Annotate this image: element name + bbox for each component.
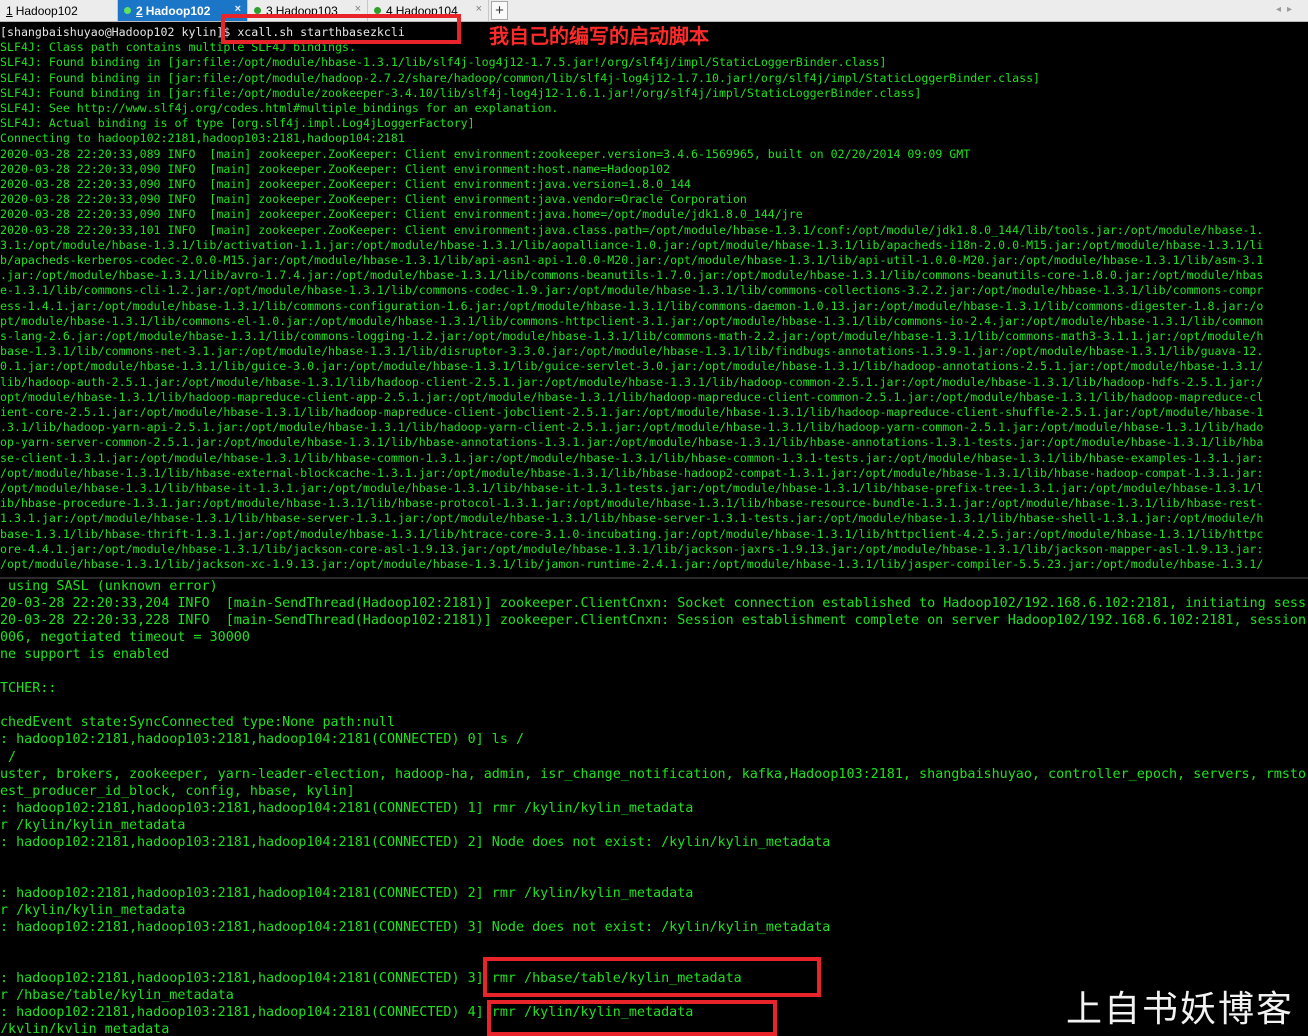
terminal-line: lib/hadoop-auth-2.5.1.jar:/opt/module/hb…: [0, 374, 1264, 389]
terminal-line: 2020-03-28 22:20:33,101 INFO [main] zook…: [0, 222, 1264, 237]
terminal-line: base-1.3.1/lib/hbase-thrift-1.3.1.jar:/o…: [0, 526, 1264, 541]
terminal-line: TCHER::: [0, 681, 57, 697]
terminal-line: /opt/module/hbase-1.3.1/lib/jackson-xc-1…: [0, 557, 1264, 571]
terminal-line: r /hbase/table/kylin_metadata: [0, 988, 234, 1004]
terminal-line: 2020-03-28 22:20:33,090 INFO [main] zook…: [0, 192, 747, 207]
terminal-line: 3.1:/opt/module/hbase-1.3.1/lib/activati…: [0, 237, 1264, 252]
add-tab-button[interactable]: +: [491, 1, 508, 20]
close-tab-icon[interactable]: ×: [476, 3, 482, 15]
terminal-line: using SASL (unknown error): [0, 579, 218, 594]
terminal-line: est_producer_id_block, config, hbase, ky…: [0, 783, 355, 799]
terminal-line: 2020-03-28 22:20:33,090 INFO [main] zook…: [0, 177, 692, 191]
tab-number: 1: [6, 3, 13, 18]
tab-scroll-arrows-icon[interactable]: ◂▸: [1276, 4, 1298, 15]
connected-status-icon: [374, 7, 381, 14]
annotation-text: 我自己的编写的启动脚本: [489, 24, 709, 48]
terminal-line: SLF4J: Found binding in [jar:file:/opt/m…: [0, 70, 1041, 85]
watermark: 上自书妖博客: [1066, 989, 1295, 1030]
terminal-line: op-yarn-server-common-2.5.1.jar:/opt/mod…: [0, 435, 1264, 450]
terminal-line: : hadoop102:2181,hadoop103:2181,hadoop10…: [0, 885, 694, 901]
terminal-line: /opt/module/hbase-1.3.1/lib/hbase-extern…: [0, 465, 1264, 480]
terminal-line: Connecting to hadoop102:2181,hadoop103:2…: [0, 131, 405, 146]
terminal-line: base-1.3.1/lib/commons-net-3.1.jar:/opt/…: [0, 344, 1264, 359]
terminal-line: .3.1/lib/hadoop-yarn-api-2.5.1.jar:/opt/…: [0, 420, 1264, 435]
terminal-line: : hadoop102:2181,hadoop103:2181,hadoop10…: [0, 800, 694, 816]
terminal-line: e-1.3.1/lib/commons-cli-1.2.jar:/opt/mod…: [0, 283, 1264, 298]
terminal-line: : hadoop102:2181,hadoop103:2181,hadoop10…: [0, 732, 525, 748]
terminal-line: b/apacheds-kerberos-codec-2.0.0-M15.jar:…: [0, 253, 1264, 267]
terminal-line: ore-4.4.1.jar:/opt/module/hbase-1.3.1/li…: [0, 541, 1264, 556]
terminal-line: 0.1.jar:/opt/module/hbase-1.3.1/lib/guic…: [0, 359, 1264, 374]
terminal-line: opt/module/hbase-1.3.1/lib/hadoop-mapred…: [0, 389, 1264, 404]
terminal-line: 20-03-28 22:20:33,228 INFO [main-SendThr…: [0, 613, 1307, 629]
terminal-line: r /kylin/kylin_metadata: [0, 902, 186, 918]
terminal-line: r /kylin/kylin_metadata: [0, 817, 186, 833]
tab-number: 2: [136, 3, 143, 18]
terminal-line: SLF4J: Found binding in [jar:file:/opt/m…: [0, 55, 887, 70]
terminal-line: 20-03-28 22:20:33,204 INFO [main-SendThr…: [0, 596, 1307, 612]
terminal-line: /: [0, 749, 17, 765]
tab-label: Hadoop102: [15, 3, 78, 18]
terminal-line: uster, brokers, zookeeper, yarn-leader-e…: [0, 766, 1307, 782]
tab-hadoop102-1[interactable]: 1 Hadoop102: [0, 0, 118, 21]
terminal-line: ne support is enabled: [0, 647, 170, 663]
terminal-pane-top[interactable]: [shangbaishuyao@Hadoop102 kylin]$ xcall.…: [0, 24, 1308, 577]
terminal-line: se-client-1.3.1.jar:/opt/module/hbase-1.…: [0, 450, 1264, 465]
terminal-line: 2020-03-28 22:20:33,089 INFO [main] zook…: [0, 146, 971, 161]
terminal-line: 2020-03-28 22:20:33,090 INFO [main] zook…: [0, 161, 671, 176]
terminal-line: ib/hbase-procedure-1.3.1.jar:/opt/module…: [0, 496, 1264, 511]
terminal-line: 006, negotiated timeout = 30000: [0, 630, 250, 646]
connected-status-icon: [124, 7, 131, 14]
terminal-line: s-lang-2.6.jar:/opt/module/hbase-1.3.1/l…: [0, 329, 1264, 343]
terminal-line: SLF4J: See http://www.slf4j.org/codes.ht…: [0, 101, 559, 115]
terminal-line: .jar:/opt/module/hbase-1.3.1/lib/avro-1.…: [0, 268, 1264, 283]
tab-bar: 1 Hadoop102 2 Hadoop102 × 3 Hadoop103 × …: [0, 0, 1308, 22]
highlight-box-rmr-kylin: [487, 1000, 777, 1036]
highlight-box-command: [221, 14, 461, 44]
terminal-line: SLF4J: Found binding in [jar:file:/opt/m…: [0, 85, 922, 100]
terminal-line: 1.3.1.jar:/opt/module/hbase-1.3.1/lib/hb…: [0, 511, 1264, 526]
tab-label: Hadoop102: [145, 3, 211, 18]
highlight-box-rmr-hbase: [483, 957, 821, 997]
terminal-line: /opt/module/hbase-1.3.1/lib/hbase-it-1.3…: [0, 481, 1264, 495]
terminal-line: 2020-03-28 22:20:33,090 INFO [main] zook…: [0, 207, 803, 222]
connected-status-icon: [254, 7, 261, 14]
terminal-line: : hadoop102:2181,hadoop103:2181,hadoop10…: [0, 920, 831, 935]
terminal-line: ess-1.4.1.jar:/opt/module/hbase-1.3.1/li…: [0, 298, 1264, 313]
terminal-line: ient-core-2.5.1.jar:/opt/module/hbase-1.…: [0, 405, 1264, 419]
terminal-line: /kylin/kylin_metadata: [0, 1022, 170, 1033]
terminal-line: pt/module/hbase-1.3.1/lib/commons-el-1.0…: [0, 313, 1264, 328]
terminal-line: chedEvent state:SyncConnected type:None …: [0, 715, 396, 731]
terminal-line: : hadoop102:2181,hadoop103:2181,hadoop10…: [0, 834, 831, 850]
terminal-line: SLF4J: Actual binding is of type [org.sl…: [0, 116, 475, 131]
